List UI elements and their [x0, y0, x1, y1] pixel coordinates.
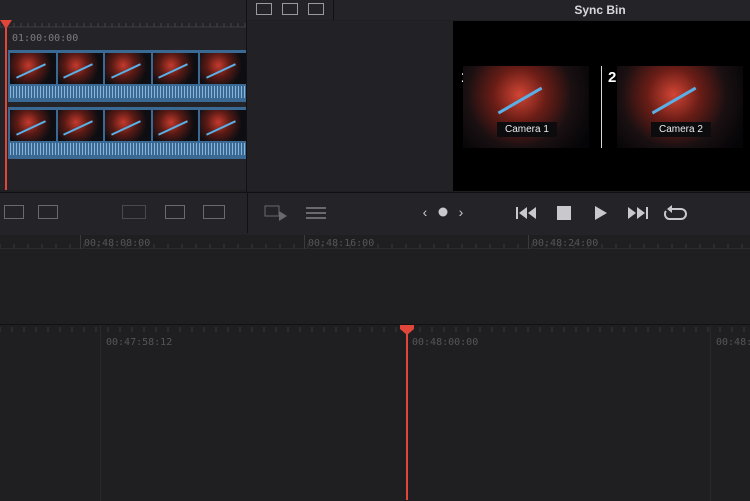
- audio-waveform: [10, 143, 246, 155]
- waveform-icon[interactable]: [203, 205, 225, 219]
- settings-sliders-icon[interactable]: [306, 204, 326, 222]
- clip-panel: 01:00:00:00: [0, 0, 246, 190]
- camera-2-angle[interactable]: Camera 2: [617, 66, 743, 148]
- clip-thumbnail: [10, 53, 56, 84]
- ruler-major-tick: [80, 235, 81, 249]
- grid-view-icon[interactable]: [308, 3, 324, 15]
- clip-playhead-handle[interactable]: [0, 20, 12, 29]
- prev-angle-icon[interactable]: ‹: [418, 204, 432, 220]
- play-icon[interactable]: [592, 205, 608, 221]
- ruler-timecode: 00:48:08:00: [84, 238, 151, 249]
- ruler-timecode: 00:48:16:00: [308, 238, 375, 249]
- camera-1-angle[interactable]: Camera 1: [463, 66, 589, 148]
- toolbar-divider: [247, 193, 248, 233]
- ruler-major-tick: [100, 325, 101, 501]
- go-to-end-icon[interactable]: [624, 205, 650, 221]
- clip-thumbnail: [57, 110, 104, 141]
- video-track-clip-2[interactable]: [8, 107, 246, 159]
- image-view-icon[interactable]: [256, 3, 272, 15]
- mini-ruler: [0, 23, 246, 28]
- ruler-major-tick: [528, 235, 529, 249]
- clip-thumbnail: [105, 53, 151, 84]
- clip-thumbnail: [152, 53, 199, 84]
- multicam-viewer[interactable]: 1 Camera 1 2 Camera 2: [453, 21, 750, 191]
- go-to-start-icon[interactable]: [514, 205, 540, 221]
- camera-number: 2: [608, 69, 617, 86]
- sync-bin-list: [247, 21, 453, 191]
- clip-thumbnail: [57, 53, 104, 84]
- clip-timecode: 01:00:00:00: [12, 33, 79, 44]
- audio-waveform: [10, 86, 246, 98]
- filmstrip-view-icon[interactable]: [282, 3, 298, 15]
- timeline-playhead[interactable]: [406, 326, 408, 500]
- clip-thumbnail: [10, 110, 56, 141]
- sync-bin-title: Sync Bin: [574, 3, 626, 17]
- clip-thumbnail: [105, 110, 151, 141]
- clip-thumbnail: [200, 53, 246, 84]
- ruler-timecode: 00:47:58:12: [106, 337, 173, 348]
- video-track-clip-1[interactable]: [8, 50, 246, 102]
- camera-label: Camera 2: [651, 122, 711, 137]
- thumbnail-strip: [10, 53, 246, 84]
- detail-timeline[interactable]: 00:47:58:12 00:48:00:00 00:48:00: [0, 324, 750, 501]
- ruler-major-tick: [710, 325, 711, 501]
- image-icon[interactable]: [165, 205, 185, 219]
- toolbar-divider: [333, 0, 334, 20]
- timeline-view-icon[interactable]: [122, 205, 146, 219]
- clip-thumbnail: [152, 110, 199, 141]
- thumbnail-strip: [10, 110, 246, 141]
- angle-divider: [601, 66, 602, 148]
- clip-playhead[interactable]: [5, 22, 7, 190]
- ruler-timecode: 00:48:00: [716, 337, 750, 348]
- stop-icon[interactable]: [556, 205, 572, 221]
- overview-timeline[interactable]: 00:48:08:00 00:48:16:00 00:48:24:00: [0, 235, 750, 323]
- single-viewer-icon[interactable]: [4, 205, 24, 219]
- insert-clip-icon[interactable]: [264, 204, 288, 222]
- ruler-timecode: 00:48:24:00: [532, 238, 599, 249]
- ruler-major-tick: [304, 235, 305, 249]
- split-viewer-icon[interactable]: [38, 205, 58, 219]
- ruler-timecode: 00:48:00:00: [412, 337, 479, 348]
- camera-label: Camera 1: [497, 122, 557, 137]
- playhead-handle[interactable]: [399, 324, 415, 336]
- loop-icon[interactable]: [663, 204, 687, 222]
- control-bar: ‹ ›: [0, 192, 750, 236]
- clip-thumbnail: [200, 110, 246, 141]
- jog-dot-icon[interactable]: [436, 205, 450, 219]
- next-angle-icon[interactable]: ›: [454, 204, 468, 220]
